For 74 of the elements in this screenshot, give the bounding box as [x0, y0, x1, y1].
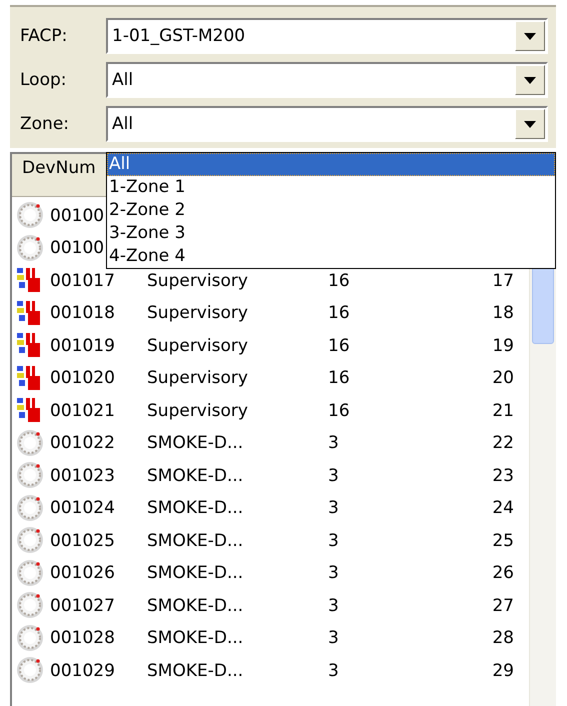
table-cell: 18 — [492, 303, 514, 324]
table-cell: Supervisory — [147, 270, 248, 291]
smoke-detector-icon — [16, 494, 44, 522]
table-cell: 001028 — [50, 628, 115, 648]
table-cell: 001023 — [50, 466, 115, 486]
table-cell: 22 — [492, 433, 514, 454]
table-cell: 3 — [328, 660, 339, 681]
table-cell: 16 — [328, 400, 350, 421]
table-cell: 001020 — [50, 368, 115, 388]
table-cell: 3 — [328, 466, 339, 486]
filter-dropdown[interactable]: 1-01_GST-M200 — [106, 18, 548, 54]
dropdown-option[interactable]: 2-Zone 2 — [107, 199, 555, 222]
table-cell: SMOKE-D... — [147, 563, 244, 584]
table-cell: 3 — [328, 530, 339, 551]
table-cell: SMOKE-D... — [147, 530, 244, 551]
table-cell: SMOKE-D... — [147, 596, 244, 616]
table-cell: Supervisory — [147, 303, 248, 324]
dropdown-option[interactable]: All — [107, 153, 555, 176]
table-cell: 001019 — [50, 336, 115, 356]
filter-label: FACP: — [20, 26, 68, 46]
table-cell: 24 — [492, 498, 514, 518]
smoke-detector-icon — [16, 558, 44, 587]
table-cell: Supervisory — [147, 400, 248, 421]
table-cell: 27 — [492, 596, 514, 616]
smoke-detector-icon — [16, 234, 44, 262]
filter-dropdown[interactable]: All — [106, 106, 548, 142]
table-cell: Supervisory — [147, 368, 248, 388]
table-cell: SMOKE-D... — [147, 628, 244, 648]
table-cell: 16 — [328, 368, 350, 388]
smoke-detector-icon — [16, 624, 44, 652]
table-cell: 001027 — [50, 596, 115, 616]
table-cell: 001024 — [50, 498, 115, 518]
table-cell: 3 — [328, 596, 339, 616]
smoke-detector-icon — [16, 201, 44, 230]
dropdown-option[interactable]: 3-Zone 3 — [107, 222, 555, 245]
table-cell: 001021 — [50, 400, 115, 421]
table-cell: 001029 — [50, 660, 115, 681]
smoke-detector-icon — [16, 526, 44, 554]
table-cell: SMOKE-D... — [147, 498, 244, 518]
filter-dropdown[interactable]: All — [106, 62, 548, 98]
smoke-detector-icon — [16, 428, 44, 457]
table-cell: 001022 — [50, 433, 115, 454]
table-cell: 001017 — [50, 270, 115, 291]
table-cell: 25 — [492, 530, 514, 551]
table-cell: 17 — [492, 270, 514, 291]
table-cell: 28 — [492, 628, 514, 648]
table-cell: 001025 — [50, 530, 115, 551]
table-cell: 16 — [328, 270, 350, 291]
table-cell: SMOKE-D... — [147, 466, 244, 486]
filter-label: Zone: — [20, 114, 70, 134]
table-cell: 16 — [328, 303, 350, 324]
table-cell: 21 — [492, 400, 514, 421]
smoke-detector-icon — [16, 461, 44, 490]
smoke-detector-icon — [16, 591, 44, 620]
table-cell: 001018 — [50, 303, 115, 324]
smoke-detector-icon — [16, 656, 44, 684]
table-cell: 20 — [492, 368, 514, 388]
table-cell: Supervisory — [147, 336, 248, 356]
filter-label: Loop: — [20, 70, 68, 90]
dropdown-option[interactable]: 4-Zone 4 — [107, 245, 555, 268]
table-cell: 00100 — [50, 238, 104, 258]
table-cell: 3 — [328, 563, 339, 584]
table-cell: SMOKE-D... — [147, 433, 244, 454]
table-cell: 23 — [492, 466, 514, 486]
table-cell: 00100 — [50, 206, 104, 226]
table-cell: 19 — [492, 336, 514, 356]
table-cell: 001026 — [50, 563, 115, 584]
table-cell: 3 — [328, 433, 339, 454]
table-cell: SMOKE-D... — [147, 660, 244, 681]
table-cell: 16 — [328, 336, 350, 356]
table-cell: 29 — [492, 660, 514, 681]
table-cell: 26 — [492, 563, 514, 584]
table-cell: 3 — [328, 498, 339, 518]
table-cell: 3 — [328, 628, 339, 648]
